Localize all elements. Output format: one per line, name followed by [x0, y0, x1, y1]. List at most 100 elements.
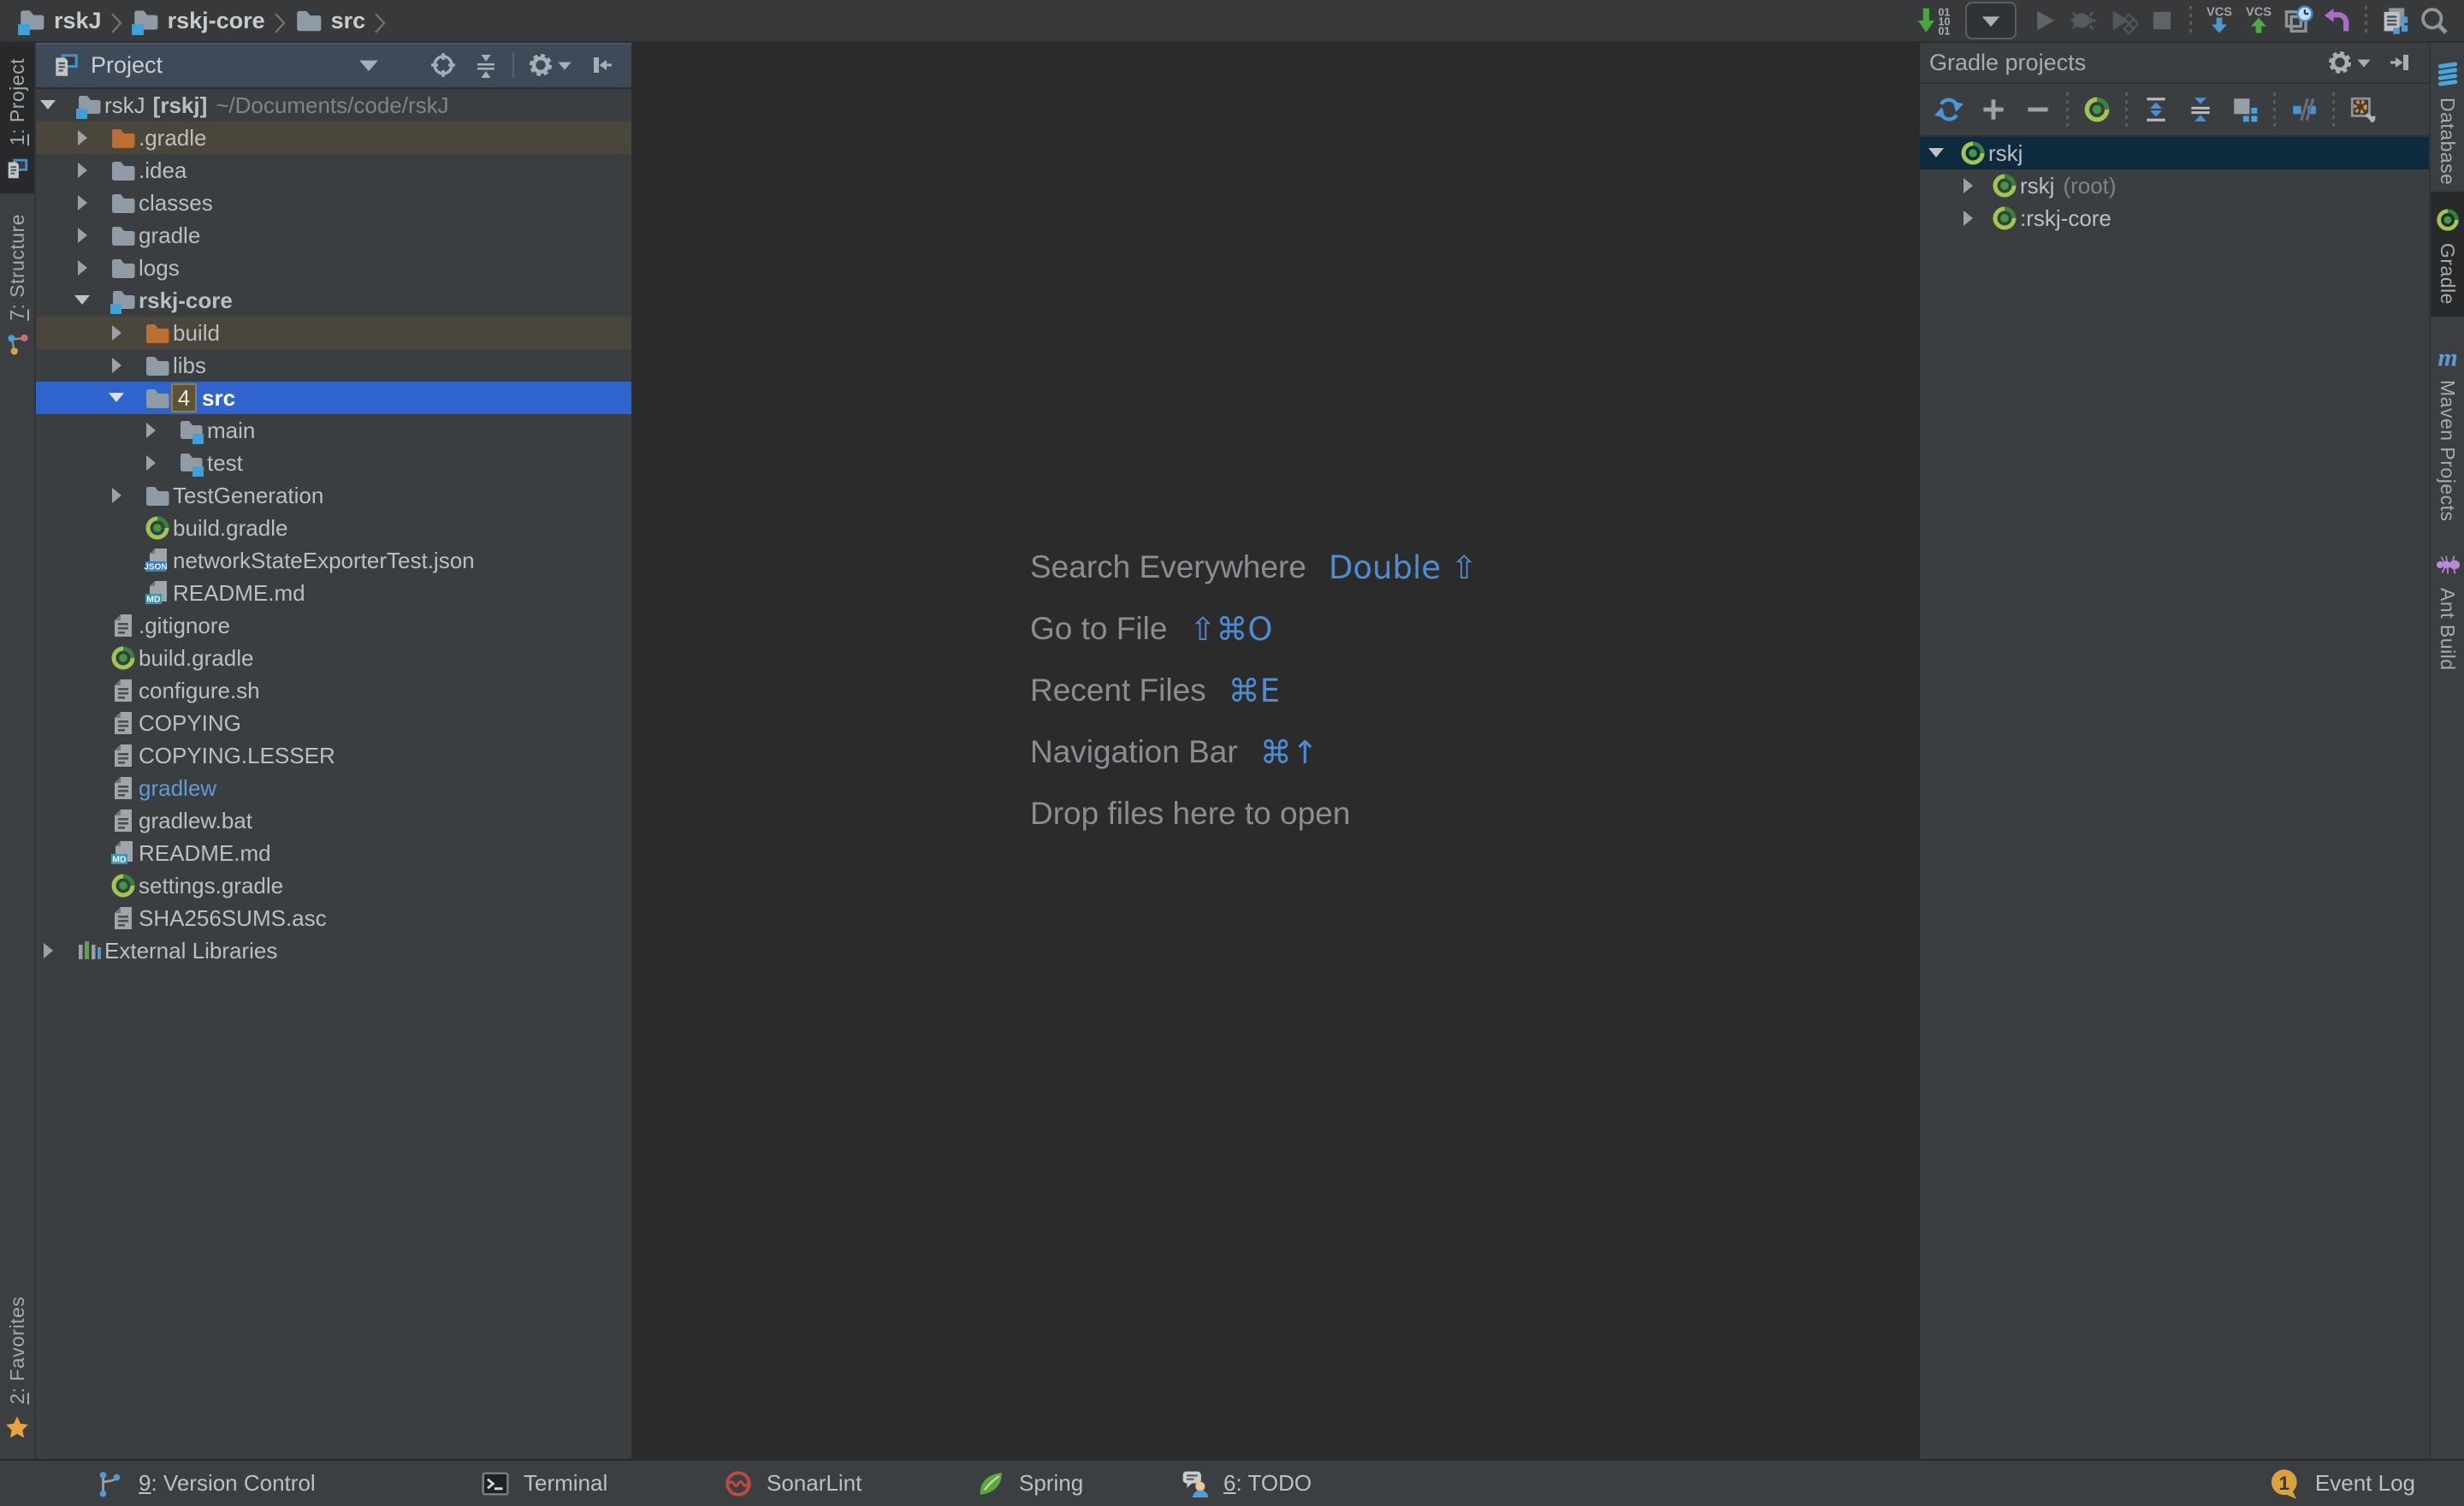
- project-tool-window-header[interactable]: Project: [36, 43, 631, 89]
- tree-item-label: SHA256SUMS.asc: [139, 905, 327, 932]
- tool-window-button-project[interactable]: 1: Project: [0, 43, 34, 193]
- tree-item-rskj-core[interactable]: rskj-core: [36, 284, 631, 317]
- file-icon: [110, 677, 137, 704]
- run-button[interactable]: [2024, 0, 2064, 41]
- statusbar-terminal[interactable]: Terminal: [481, 1469, 607, 1498]
- breadcrumb-rskJ[interactable]: rskJ: [17, 6, 102, 35]
- expander-down-icon[interactable]: [1924, 143, 1959, 163]
- recent-changes-button[interactable]: [2278, 0, 2318, 41]
- search-everywhere-button[interactable]: [2414, 0, 2454, 41]
- expander-down-icon[interactable]: [36, 95, 75, 116]
- collapse-all-button[interactable]: [2178, 95, 2223, 124]
- tree-item-External Libraries[interactable]: External Libraries: [36, 934, 631, 967]
- tool-window-button-ant-build[interactable]: Ant Build: [2431, 537, 2464, 683]
- tree-item-COPYING.LESSER[interactable]: COPYING.LESSER: [36, 739, 631, 772]
- statusbar-version-control[interactable]: 9: Version Control: [96, 1469, 316, 1498]
- statusbar-todo[interactable]: 6: TODO: [1181, 1469, 1312, 1498]
- editor-hint: Recent Files⌘E: [1030, 660, 1478, 721]
- tree-item-src[interactable]: 4src: [36, 382, 631, 414]
- view-options-button[interactable]: [2319, 49, 2379, 76]
- tree-item-gradlew[interactable]: gradlew: [36, 772, 631, 804]
- tree-item-SHA256SUMS.asc[interactable]: SHA256SUMS.asc: [36, 902, 631, 934]
- gradle-settings-button[interactable]: [2341, 95, 2385, 124]
- hide-panel-button[interactable]: [580, 51, 623, 79]
- project-structure-button[interactable]: [2375, 0, 2414, 41]
- expander-right-icon[interactable]: [70, 193, 110, 213]
- run-with-coverage-button[interactable]: [2103, 0, 2142, 41]
- expander-right-icon[interactable]: [70, 258, 110, 278]
- file-icon: [110, 904, 137, 932]
- hide-panel-button[interactable]: [2379, 49, 2422, 76]
- update-project-vcs-button[interactable]: [2200, 0, 2239, 41]
- tree-item-configure.sh[interactable]: configure.sh: [36, 674, 631, 707]
- tree-item-rskj (root)[interactable]: rskj (root): [1920, 169, 2429, 202]
- tree-item-gradle[interactable]: gradle: [36, 219, 631, 252]
- tree-item-README.md[interactable]: README.md: [36, 837, 631, 869]
- tree-item-README.md[interactable]: README.md: [36, 577, 631, 609]
- tree-item-.idea[interactable]: .idea: [36, 154, 631, 187]
- expand-all-button[interactable]: [2134, 95, 2178, 124]
- tree-item-label: rskj (root): [2020, 173, 2117, 199]
- expander-down-icon[interactable]: [104, 388, 144, 408]
- editor-empty-area: Search EverywhereDouble ⇧Go to File⇧⌘ORe…: [633, 43, 1920, 1459]
- expander-right-icon[interactable]: [70, 127, 110, 148]
- statusbar-event-log[interactable]: Event Log: [2269, 1467, 2415, 1500]
- expander-right-icon[interactable]: [36, 940, 75, 961]
- tree-item-logs[interactable]: logs: [36, 252, 631, 284]
- update-application-button[interactable]: [1911, 0, 1958, 41]
- tree-item-COPYING[interactable]: COPYING: [36, 707, 631, 739]
- stop-button[interactable]: [2142, 0, 2182, 41]
- expander-right-icon[interactable]: [139, 420, 178, 441]
- tree-item-gradlew.bat[interactable]: gradlew.bat: [36, 804, 631, 837]
- tool-window-button-gradle[interactable]: Gradle: [2431, 192, 2464, 317]
- expander-right-icon[interactable]: [70, 225, 110, 246]
- breadcrumb-src[interactable]: src: [294, 6, 366, 35]
- tree-item-.gitignore[interactable]: .gitignore: [36, 609, 631, 642]
- target-icon: [429, 51, 457, 79]
- tree-item-libs[interactable]: libs: [36, 349, 631, 382]
- statusbar-spring[interactable]: Spring: [976, 1469, 1083, 1498]
- statusbar-sonarlint[interactable]: SonarLint: [724, 1469, 862, 1498]
- commit-changes-vcs-button[interactable]: [2239, 0, 2278, 41]
- tree-item-settings.gradle[interactable]: settings.gradle: [36, 869, 631, 902]
- expander-right-icon[interactable]: [139, 453, 178, 473]
- tree-item-build[interactable]: build: [36, 317, 631, 349]
- locate-file-button[interactable]: [422, 51, 465, 79]
- tree-item-.gradle[interactable]: .gradle: [36, 122, 631, 154]
- refresh-gradle-projects-button[interactable]: [1927, 95, 1971, 124]
- breadcrumb-rskj-core[interactable]: rskj-core: [131, 6, 265, 35]
- expander-right-icon[interactable]: [70, 160, 110, 181]
- detach-gradle-project-button[interactable]: [2016, 95, 2060, 124]
- tree-item-test[interactable]: test: [36, 447, 631, 479]
- show-run-configurations-button[interactable]: [2223, 95, 2267, 124]
- expander-right-icon[interactable]: [104, 323, 144, 343]
- tree-item-build.gradle[interactable]: build.gradle: [36, 512, 631, 544]
- tree-item-rskj[interactable]: rskj: [1920, 137, 2429, 169]
- toggle-offline-mode-button[interactable]: [2282, 95, 2326, 124]
- tool-window-button-favorites[interactable]: 2: Favorites: [0, 1281, 34, 1452]
- tree-item-rskJ[rskj]~/Documents/code/rskJ[interactable]: rskJ[rskj]~/Documents/code/rskJ: [36, 89, 631, 122]
- rollback-button[interactable]: [2318, 0, 2357, 41]
- tool-window-button-database[interactable]: Database: [2431, 46, 2464, 197]
- project-view-combo-caret[interactable]: [358, 57, 380, 73]
- tree-item-networkStateExporterTest.json[interactable]: networkStateExporterTest.json: [36, 544, 631, 577]
- expander-right-icon[interactable]: [104, 355, 144, 376]
- attach-gradle-project-button[interactable]: [1971, 95, 2016, 124]
- view-options-button[interactable]: [519, 51, 580, 79]
- tool-window-button-maven-projects[interactable]: Maven Projects: [2431, 329, 2464, 534]
- expander-down-icon[interactable]: [70, 290, 110, 311]
- tree-item-:rskj-core[interactable]: :rskj-core: [1920, 202, 2429, 234]
- expander-right-icon[interactable]: [1956, 175, 1991, 196]
- collapse-all-button[interactable]: [465, 51, 507, 79]
- tool-window-button-structure[interactable]: 7: Structure: [0, 199, 34, 369]
- execute-gradle-task-button[interactable]: [2075, 95, 2119, 124]
- tree-item-main[interactable]: main: [36, 414, 631, 447]
- debug-button[interactable]: [2064, 0, 2103, 41]
- run-configuration-combo[interactable]: [1965, 2, 2017, 39]
- editor-hint: Search EverywhereDouble ⇧: [1030, 537, 1478, 598]
- expander-right-icon[interactable]: [1956, 208, 1991, 228]
- tree-item-build.gradle[interactable]: build.gradle: [36, 642, 631, 674]
- tree-item-TestGeneration[interactable]: TestGeneration: [36, 479, 631, 512]
- tree-item-classes[interactable]: classes: [36, 187, 631, 219]
- expander-right-icon[interactable]: [104, 485, 144, 506]
